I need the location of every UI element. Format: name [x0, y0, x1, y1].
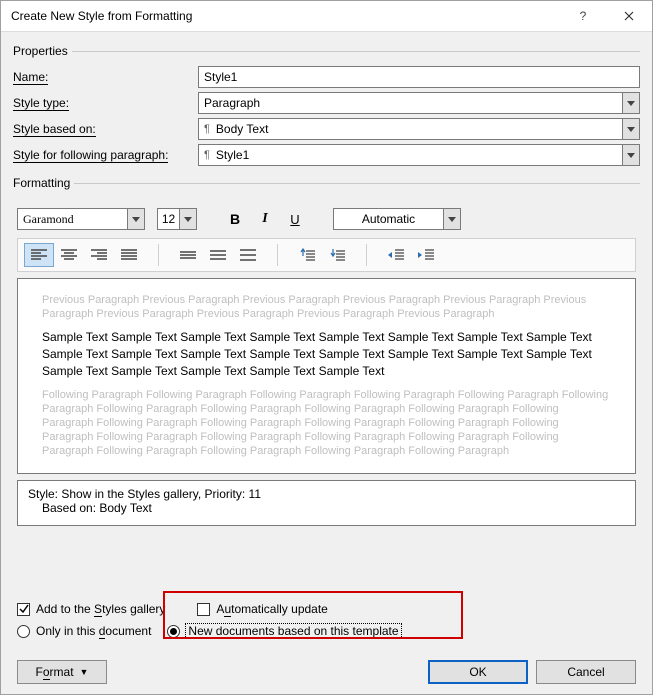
space-before-icon [298, 248, 316, 262]
description-line: Based on: Body Text [28, 501, 625, 515]
align-right-icon [91, 249, 107, 261]
dropdown-arrow-icon: ▼ [80, 667, 89, 677]
styletype-label: Style type: [13, 96, 198, 110]
paragraph-toolbar [17, 238, 636, 272]
add-gallery-label[interactable]: Add to the Styles gallery [36, 602, 165, 616]
name-input[interactable] [198, 66, 640, 88]
preview-next-text: Following Paragraph Following Paragraph … [42, 388, 611, 458]
space-before-dec-button[interactable] [322, 243, 352, 267]
align-center-icon [61, 249, 77, 261]
increase-indent-icon [417, 248, 435, 262]
following-label: Style for following paragraph: [13, 148, 198, 162]
align-left-button[interactable] [24, 243, 54, 267]
align-justify-icon [121, 249, 137, 261]
properties-legend: Properties [13, 44, 72, 58]
chevron-down-icon [622, 144, 640, 166]
line-spacing-icon [240, 249, 256, 261]
spacing-2-button[interactable] [233, 243, 263, 267]
preview-prev-text: Previous Paragraph Previous Paragraph Pr… [42, 293, 611, 321]
properties-group: Properties Name: Style type: Paragraph S… [13, 44, 640, 170]
close-button[interactable] [606, 1, 652, 32]
decrease-indent-button[interactable] [381, 243, 411, 267]
formatting-group: Formatting Garamond 12 B I U Automatic [13, 176, 640, 532]
chevron-down-icon [184, 217, 192, 222]
preview-sample-text: Sample Text Sample Text Sample Text Samp… [42, 329, 611, 380]
bold-button[interactable]: B [223, 208, 247, 230]
underline-button[interactable]: U [283, 208, 307, 230]
italic-button[interactable]: I [253, 208, 277, 230]
align-right-button[interactable] [84, 243, 114, 267]
ok-button[interactable]: OK [428, 660, 528, 684]
basedon-label: Style based on: [13, 122, 198, 136]
auto-update-checkbox[interactable] [197, 603, 210, 616]
align-center-button[interactable] [54, 243, 84, 267]
space-before-inc-button[interactable] [292, 243, 322, 267]
chevron-down-icon [132, 217, 140, 222]
justify-button[interactable] [114, 243, 144, 267]
styletype-combo[interactable]: Paragraph [198, 92, 640, 114]
following-combo[interactable]: ¶Style1 [198, 144, 640, 166]
format-button[interactable]: Format ▼ [17, 660, 107, 684]
spacing-15-button[interactable] [203, 243, 233, 267]
decrease-indent-icon [387, 248, 405, 262]
pilcrow-icon: ¶ [204, 123, 210, 135]
title-text: Create New Style from Formatting [11, 9, 560, 23]
only-document-label[interactable]: Only in this document [36, 624, 151, 638]
close-icon [624, 11, 634, 21]
description-box: Style: Show in the Styles gallery, Prior… [17, 480, 636, 526]
font-combo[interactable]: Garamond [17, 208, 145, 230]
new-documents-radio[interactable] [167, 625, 180, 638]
spacing-1-button[interactable] [173, 243, 203, 267]
name-label: Name: [13, 70, 198, 84]
chevron-down-icon [622, 118, 640, 140]
new-documents-label[interactable]: New documents based on this template [186, 624, 400, 638]
align-left-icon [31, 249, 47, 261]
checkmark-icon [19, 604, 29, 614]
color-combo[interactable]: Automatic [333, 208, 461, 230]
chevron-down-icon [448, 217, 456, 222]
formatting-legend: Formatting [13, 176, 74, 190]
size-combo[interactable]: 12 [157, 208, 197, 230]
chevron-down-icon [622, 92, 640, 114]
line-spacing-icon [180, 249, 196, 261]
only-document-radio[interactable] [17, 625, 30, 638]
preview-pane: Previous Paragraph Previous Paragraph Pr… [17, 278, 636, 474]
description-line: Style: Show in the Styles gallery, Prior… [28, 487, 625, 501]
cancel-button[interactable]: Cancel [536, 660, 636, 684]
line-spacing-icon [210, 249, 226, 261]
increase-indent-button[interactable] [411, 243, 441, 267]
titlebar: Create New Style from Formatting ? [1, 1, 652, 32]
add-gallery-checkbox[interactable] [17, 603, 30, 616]
dialog-window: Create New Style from Formatting ? Prope… [0, 0, 653, 695]
help-button[interactable]: ? [560, 1, 606, 32]
space-after-icon [328, 248, 346, 262]
basedon-combo[interactable]: ¶Body Text [198, 118, 640, 140]
auto-update-label[interactable]: Automatically update [216, 602, 327, 616]
pilcrow-icon: ¶ [204, 149, 210, 161]
